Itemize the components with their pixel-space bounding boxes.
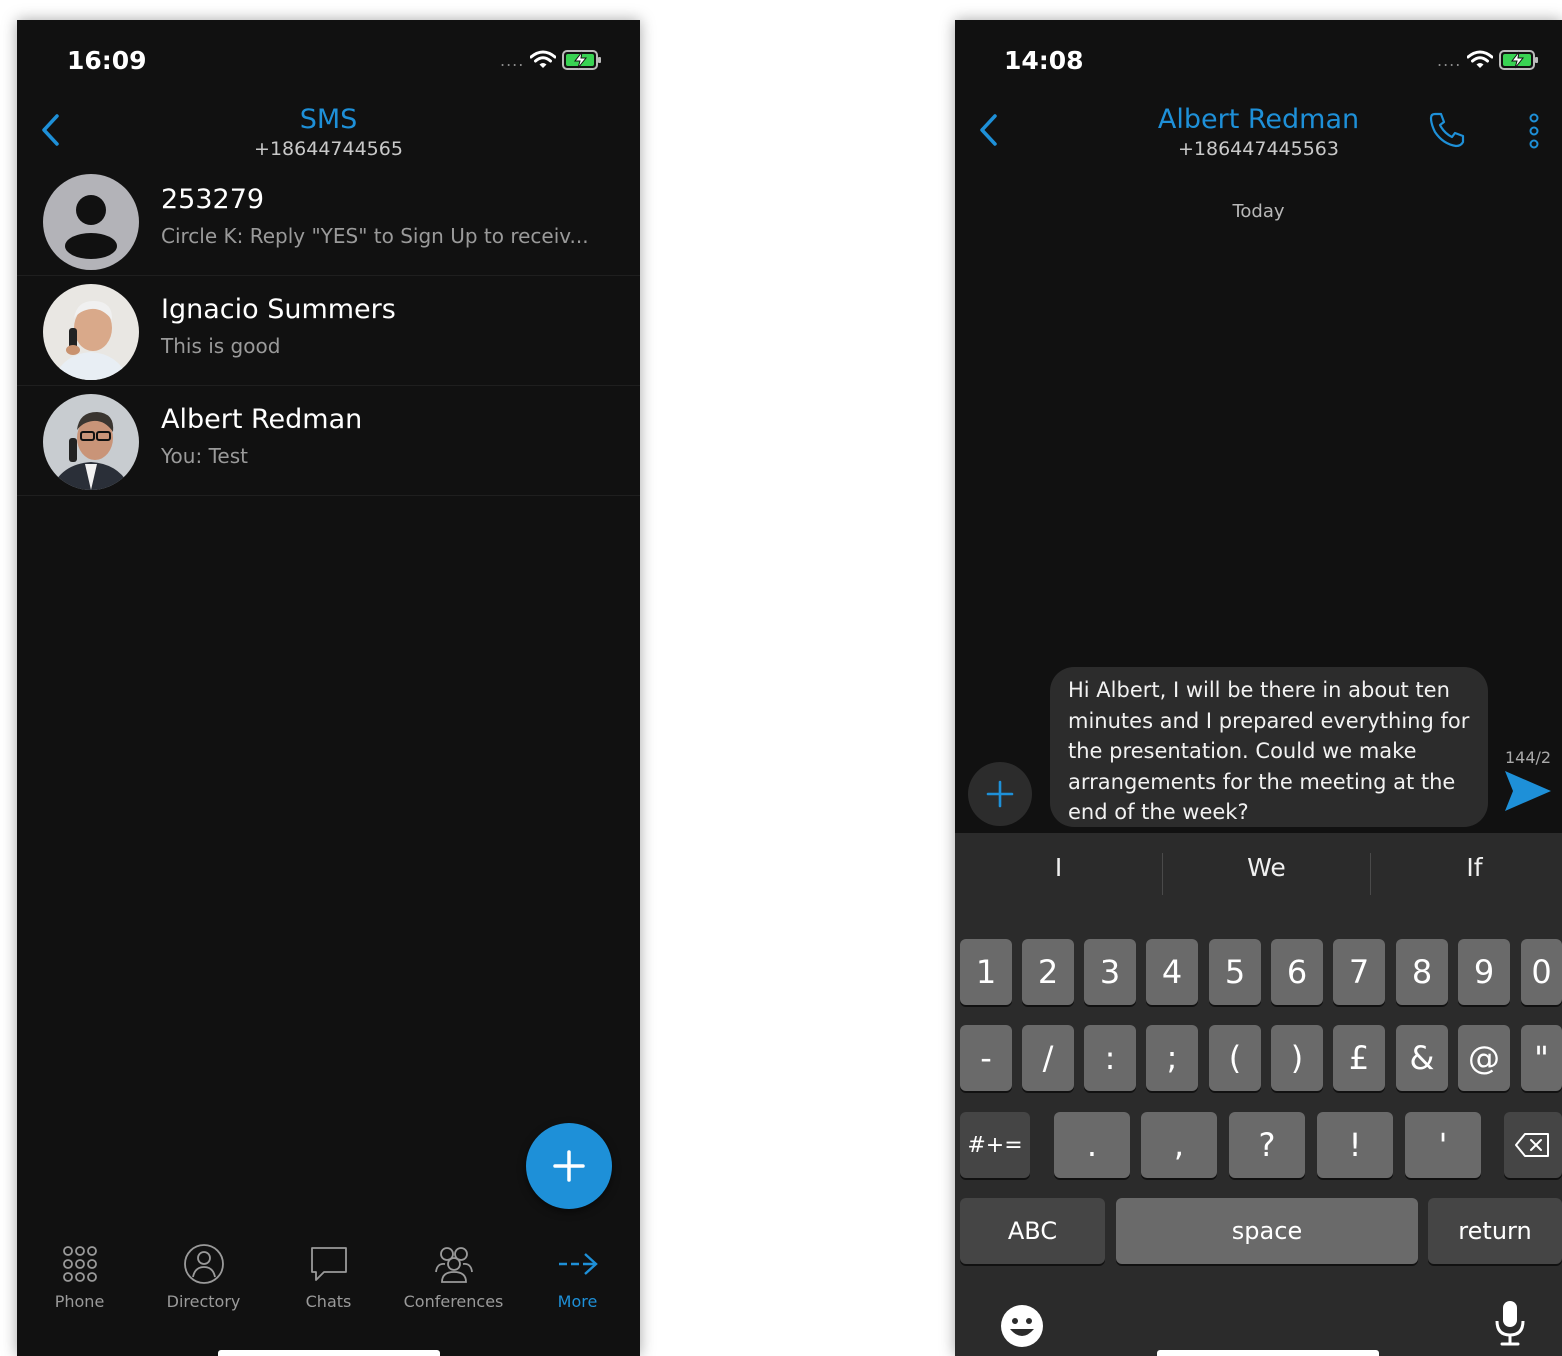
return-key[interactable]: return [1428, 1198, 1562, 1264]
date-separator: Today [1232, 201, 1285, 222]
status-time: 14:08 [1004, 46, 1084, 75]
phone-call-icon[interactable] [1427, 110, 1467, 150]
conversation-preview: Circle K: Reply "YES" to Sign Up to rece… [161, 224, 589, 248]
conversation-preview: You: Test [161, 444, 248, 468]
tab-directory[interactable]: Directory [141, 1240, 266, 1311]
contact-number: +186447445563 [1178, 138, 1339, 160]
page-title: SMS [299, 104, 358, 135]
home-indicator [218, 1350, 440, 1356]
symbols-key[interactable]: #+= [960, 1112, 1030, 1178]
suggestion-item[interactable]: We [1163, 853, 1370, 882]
default-avatar-icon [43, 174, 139, 270]
tab-label: Phone [54, 1292, 105, 1311]
wifi-icon [1467, 50, 1494, 68]
suggestion-item[interactable]: If [1371, 853, 1562, 882]
tab-more[interactable]: More [515, 1240, 640, 1311]
suggestion-bar: I We If [955, 833, 1562, 915]
attach-button[interactable] [968, 762, 1032, 826]
keyboard: I We If 1 2 3 4 5 6 7 8 9 0 - / : ; ( ) … [955, 833, 1562, 1356]
bottom-tab-bar: Phone Directory Chats Conferences More [17, 1240, 640, 1320]
key[interactable]: 4 [1146, 939, 1198, 1005]
tab-label: Conferences [403, 1292, 504, 1311]
key[interactable]: @ [1458, 1025, 1510, 1091]
dialpad-icon [62, 1246, 97, 1282]
tab-label: Directory [166, 1292, 241, 1311]
home-indicator [1157, 1350, 1379, 1356]
page-subtitle: +18644744565 [254, 138, 403, 160]
conversation-name: 253279 [161, 184, 265, 215]
battery-charging-icon [562, 50, 602, 70]
key[interactable]: 5 [1209, 939, 1261, 1005]
conversation-name: Ignacio Summers [161, 294, 396, 325]
key[interactable]: 8 [1396, 939, 1448, 1005]
abc-key[interactable]: ABC [960, 1198, 1105, 1264]
signal-icon: .... [500, 50, 525, 70]
conversation-name: Albert Redman [161, 404, 363, 435]
status-icons: .... [500, 50, 602, 70]
key[interactable]: 0 [1521, 939, 1562, 1005]
key[interactable]: . [1054, 1112, 1130, 1178]
key[interactable]: 7 [1333, 939, 1385, 1005]
wifi-icon [530, 50, 557, 68]
key[interactable]: 9 [1458, 939, 1510, 1005]
delete-key[interactable] [1504, 1112, 1562, 1178]
suggestion-item[interactable]: I [955, 853, 1162, 882]
contact-photo [43, 394, 139, 490]
key[interactable]: : [1084, 1025, 1136, 1091]
plus-icon [986, 780, 1014, 808]
key[interactable]: 2 [1022, 939, 1074, 1005]
tab-label: More [557, 1292, 598, 1311]
key[interactable]: ! [1317, 1112, 1393, 1178]
key[interactable]: ' [1405, 1112, 1481, 1178]
arrow-right-icon [558, 1253, 598, 1275]
key[interactable]: - [960, 1025, 1012, 1091]
space-key[interactable]: space [1116, 1198, 1418, 1264]
tab-phone[interactable]: Phone [17, 1240, 142, 1311]
group-icon [434, 1247, 473, 1283]
key[interactable]: ( [1209, 1025, 1261, 1091]
char-count: 144/2 [1505, 748, 1552, 767]
tab-conferences[interactable]: Conferences [391, 1240, 516, 1311]
key[interactable]: , [1141, 1112, 1217, 1178]
status-time: 16:09 [67, 46, 147, 75]
message-input[interactable]: Hi Albert, I will be there in about ten … [1050, 667, 1488, 827]
key[interactable]: " [1521, 1025, 1562, 1091]
key[interactable]: 1 [960, 939, 1012, 1005]
key[interactable]: ? [1229, 1112, 1305, 1178]
conversation-row[interactable]: 253279 Circle K: Reply "YES" to Sign Up … [17, 166, 640, 276]
new-message-button[interactable] [526, 1123, 612, 1209]
conversation-row[interactable]: Ignacio Summers This is good [17, 276, 640, 386]
status-icons: .... [1437, 50, 1539, 70]
conversation-row[interactable]: Albert Redman You: Test [17, 386, 640, 496]
key[interactable]: & [1396, 1025, 1448, 1091]
sms-list-screen: 16:09 .... SMS +18644744565 253279 Circl… [17, 20, 640, 1356]
key[interactable]: 3 [1084, 939, 1136, 1005]
key[interactable]: / [1022, 1025, 1074, 1091]
contact-name: Albert Redman [1157, 104, 1360, 135]
chat-screen: 14:08 .... Albert Redman +186447445563 T… [955, 20, 1562, 1356]
key[interactable]: 6 [1271, 939, 1323, 1005]
signal-icon: .... [1437, 50, 1462, 70]
backspace-icon [1515, 1133, 1549, 1157]
chat-bubble-icon [310, 1247, 347, 1281]
key[interactable]: ) [1271, 1025, 1323, 1091]
send-icon[interactable] [1503, 768, 1553, 814]
contact-photo [43, 284, 139, 380]
plus-icon [553, 1150, 585, 1182]
microphone-icon[interactable] [1492, 1299, 1528, 1347]
tab-chats[interactable]: Chats [266, 1240, 391, 1311]
tab-label: Chats [305, 1292, 352, 1311]
emoji-icon[interactable] [999, 1303, 1045, 1349]
person-icon [183, 1244, 224, 1284]
key[interactable]: £ [1333, 1025, 1385, 1091]
key[interactable]: ; [1146, 1025, 1198, 1091]
battery-charging-icon [1499, 50, 1539, 70]
conversation-preview: This is good [161, 334, 281, 358]
more-options-icon[interactable] [1525, 112, 1543, 152]
